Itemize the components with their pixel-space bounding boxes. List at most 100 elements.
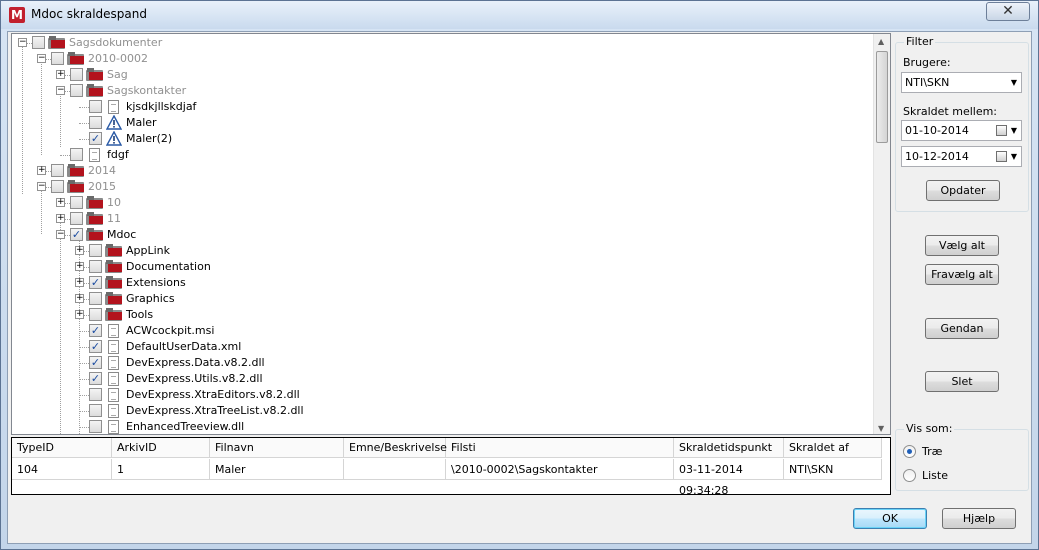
expand-icon[interactable]: + (56, 70, 65, 79)
col-filnavn[interactable]: Filnavn (210, 438, 344, 458)
tree-node-checkbox[interactable] (89, 100, 102, 113)
tree-node-checkbox[interactable] (89, 308, 102, 321)
tree-node-checkbox[interactable]: ✓ (70, 228, 83, 241)
col-arkivid[interactable]: ArkivID (112, 438, 210, 458)
date-to-picker[interactable]: 10-12-2014 ▼ (901, 146, 1022, 167)
tree-node[interactable]: ✓ DevExpress.Data.v8.2.dll (12, 355, 872, 371)
calendar-icon[interactable] (996, 125, 1007, 136)
deselect-all-button[interactable]: Fravælg alt (925, 264, 999, 285)
tree-node-label: DevExpress.XtraTreeList.v8.2.dll (126, 404, 304, 417)
folder-icon (86, 228, 104, 242)
tree-node-checkbox[interactable] (89, 244, 102, 257)
tree-node[interactable]: ✓ Maler(2) (12, 131, 872, 147)
scroll-up-icon[interactable]: ▲ (878, 37, 886, 46)
tree-node-checkbox[interactable] (70, 68, 83, 81)
expand-icon[interactable]: + (37, 166, 46, 175)
tree-vertical-scrollbar[interactable]: ▲ ▼ (873, 34, 890, 434)
expand-icon[interactable]: + (56, 198, 65, 207)
tree-node-checkbox[interactable] (51, 52, 64, 65)
expand-icon[interactable]: + (56, 214, 65, 223)
tree-node-checkbox[interactable] (89, 388, 102, 401)
tree-node[interactable]: ✓ DevExpress.Utils.v8.2.dll (12, 371, 872, 387)
tree-node-label: 10 (107, 196, 121, 209)
expand-icon[interactable]: + (75, 310, 84, 319)
expand-icon[interactable]: + (75, 294, 84, 303)
chevron-down-icon[interactable]: ▼ (1011, 121, 1017, 140)
tree-node-checkbox[interactable]: ✓ (89, 356, 102, 369)
tree-node-checkbox[interactable] (89, 292, 102, 305)
tree-node-label: DevExpress.Data.v8.2.dll (126, 356, 265, 369)
tree-node-checkbox[interactable]: ✓ (89, 324, 102, 337)
collapse-icon[interactable]: − (18, 38, 27, 47)
tree-node-checkbox[interactable] (51, 164, 64, 177)
tree-node-checkbox[interactable] (51, 180, 64, 193)
tree-node[interactable]: − 2010-0002 (12, 51, 872, 67)
expand-icon[interactable]: + (75, 246, 84, 255)
tree-node[interactable]: DevExpress.XtraTreeList.v8.2.dll (12, 403, 872, 419)
tree-node-checkbox[interactable]: ✓ (89, 372, 102, 385)
tree-node[interactable]: ✓ DefaultUserData.xml (12, 339, 872, 355)
tree-node[interactable]: +10 (12, 195, 872, 211)
col-typeid[interactable]: TypeID (12, 438, 112, 458)
trash-tree[interactable]: ▲ ▼ − Sagsdokumenter − 2010-0002 + Sag − Sagsko… (11, 33, 891, 435)
tree-node-checkbox[interactable]: ✓ (89, 340, 102, 353)
tree-node[interactable]: + ✓ Extensions (12, 275, 872, 291)
tree-node[interactable]: − 2015 (12, 179, 872, 195)
collapse-icon[interactable]: − (37, 54, 46, 63)
ok-button[interactable]: OK (853, 508, 927, 529)
tree-node-checkbox[interactable] (89, 420, 102, 433)
tree-node[interactable]: Maler (12, 115, 872, 131)
tree-node-checkbox[interactable] (89, 404, 102, 417)
expand-icon[interactable]: + (75, 262, 84, 271)
col-emne[interactable]: Emne/Beskrivelse (344, 438, 447, 458)
calendar-icon[interactable] (996, 151, 1007, 162)
col-skraldetidspunkt[interactable]: Skraldetidspunkt (674, 438, 784, 458)
tree-node-checkbox[interactable] (89, 116, 102, 129)
tree-node[interactable]: fdgf (12, 147, 872, 163)
tree-node[interactable]: + Graphics (12, 291, 872, 307)
chevron-down-icon[interactable]: ▼ (1011, 147, 1017, 166)
scroll-thumb[interactable] (876, 51, 888, 143)
tree-node-checkbox[interactable] (70, 148, 83, 161)
tree-node-checkbox[interactable] (70, 196, 83, 209)
users-dropdown[interactable]: NTI\SKN ▼ (901, 72, 1022, 93)
scroll-down-icon[interactable]: ▼ (878, 424, 886, 433)
col-filsti[interactable]: Filsti (446, 438, 674, 458)
tree-node-checkbox[interactable] (70, 84, 83, 97)
view-list-radio[interactable] (903, 469, 916, 482)
tree-node[interactable]: + Sag (12, 67, 872, 83)
view-tree-radio[interactable] (903, 445, 916, 458)
chevron-down-icon[interactable]: ▼ (1011, 73, 1017, 92)
delete-button[interactable]: Slet (925, 371, 999, 392)
tree-node[interactable]: + Documentation (12, 259, 872, 275)
tree-node[interactable]: − Sagskontakter (12, 83, 872, 99)
tree-node[interactable]: EnhancedTreeview.dll (12, 419, 872, 434)
tree-node[interactable]: +2014 (12, 163, 872, 179)
tree-node[interactable]: DevExpress.XtraEditors.v8.2.dll (12, 387, 872, 403)
tree-node[interactable]: ✓ ACWcockpit.msi (12, 323, 872, 339)
update-button[interactable]: Opdater (926, 180, 1000, 201)
tree-node-checkbox[interactable] (89, 260, 102, 273)
close-button[interactable]: ✕ (986, 2, 1030, 21)
tree-node[interactable]: +11 (12, 211, 872, 227)
select-all-button[interactable]: Vælg alt (925, 235, 999, 256)
folder-icon (67, 164, 85, 178)
tree-node[interactable]: + AppLink (12, 243, 872, 259)
collapse-icon[interactable]: − (56, 230, 65, 239)
expand-icon[interactable]: + (75, 278, 84, 287)
tree-node[interactable]: kjsdkjllskdjaf (12, 99, 872, 115)
table-row[interactable]: 104 1 Maler \2010-0002\Sagskontakter 03-… (12, 459, 882, 497)
tree-node[interactable]: − ✓ Mdoc (12, 227, 872, 243)
tree-node[interactable]: − Sagsdokumenter (12, 35, 872, 51)
restore-button[interactable]: Gendan (925, 318, 999, 339)
collapse-icon[interactable]: − (56, 86, 65, 95)
help-button[interactable]: Hjælp (942, 508, 1016, 529)
tree-node-checkbox[interactable] (32, 36, 45, 49)
tree-node-checkbox[interactable] (70, 212, 83, 225)
tree-node-checkbox[interactable]: ✓ (89, 132, 102, 145)
date-from-picker[interactable]: 01-10-2014 ▼ (901, 120, 1022, 141)
collapse-icon[interactable]: − (37, 182, 46, 191)
tree-node-checkbox[interactable]: ✓ (89, 276, 102, 289)
col-skraldet-af[interactable]: Skraldet af (784, 438, 882, 458)
tree-node[interactable]: + Tools (12, 307, 872, 323)
